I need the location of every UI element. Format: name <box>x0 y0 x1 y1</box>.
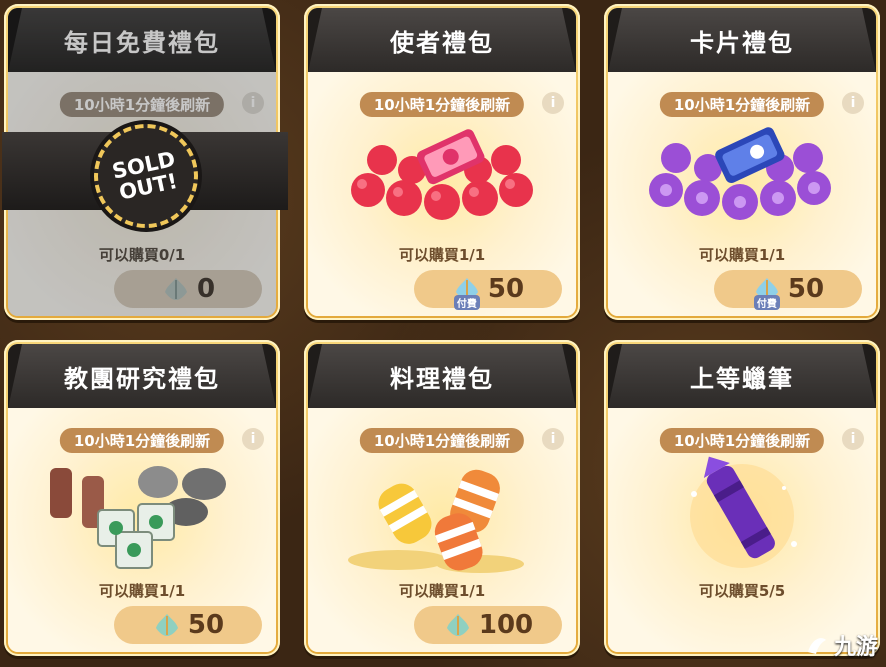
watermark-logo-icon <box>807 638 826 654</box>
cooking-bottles-image <box>348 469 524 573</box>
leaf-gem-icon <box>152 610 182 640</box>
card-flower-ticket-image <box>649 127 831 220</box>
research-materials-image <box>50 466 226 569</box>
card-title: 上等蠟筆 <box>608 344 876 408</box>
info-icon[interactable]: i <box>542 92 564 114</box>
leaf-gem-icon: 付費 <box>752 274 782 310</box>
shop-card-premium-crayon[interactable]: 上等蠟筆 10小時1分鐘後刷新 i 可以購買5/5 <box>604 340 880 656</box>
card-title: 料理禮包 <box>308 344 576 408</box>
price-amount: 100 <box>478 610 534 640</box>
refresh-timer: 10小時1分鐘後刷新 <box>659 428 825 453</box>
refresh-timer: 10小時1分鐘後刷新 <box>659 92 825 117</box>
price-amount: 50 <box>787 274 825 304</box>
watermark: 九游 <box>804 629 878 661</box>
shop-card-card-pack[interactable]: 卡片禮包 10小時1分鐘後刷新 i 可以購買1/1 付費 50 <box>604 4 880 320</box>
sold-out-text: SOLD OUT! <box>110 146 180 205</box>
card-title: 使者禮包 <box>308 8 576 72</box>
price-button[interactable]: 付費 50 <box>414 270 562 310</box>
price-amount: 50 <box>187 610 225 640</box>
paid-badge: 付費 <box>753 295 780 310</box>
purchase-limit: 可以購買1/1 <box>398 246 486 264</box>
price-amount: 0 <box>196 274 216 304</box>
price-button[interactable]: 100 <box>414 606 562 644</box>
shop-card-cooking-pack[interactable]: 料理禮包 10小時1分鐘後刷新 i 可以購買1/1 100 <box>304 340 580 656</box>
leaf-gem-icon: 付費 <box>452 274 482 310</box>
purchase-limit: 可以購買1/1 <box>698 246 786 264</box>
price-button[interactable]: 0 <box>114 270 262 308</box>
info-icon[interactable]: i <box>842 92 864 114</box>
refresh-timer: 10小時1分鐘後刷新 <box>359 92 525 117</box>
envoy-candy-ticket-image <box>351 129 533 220</box>
card-title: 卡片禮包 <box>608 8 876 72</box>
leaf-gem-icon <box>161 274 191 304</box>
shop-card-cult-research[interactable]: 教團研究禮包 10小時1分鐘後刷新 i 可以購買1/1 50 <box>4 340 280 656</box>
purchase-limit: 可以購買1/1 <box>398 582 486 600</box>
leaf-gem-icon <box>443 610 473 640</box>
purchase-limit: 可以購買1/1 <box>98 582 186 600</box>
refresh-timer: 10小時1分鐘後刷新 <box>59 428 225 453</box>
purchase-limit: 可以購買5/5 <box>698 582 786 600</box>
info-icon[interactable]: i <box>242 428 264 450</box>
refresh-timer: 10小時1分鐘後刷新 <box>359 428 525 453</box>
shop-card-envoy-pack[interactable]: 使者禮包 10小時1分鐘後刷新 i 可以購買1/1 付費 50 <box>304 4 580 320</box>
price-button[interactable]: 付費 50 <box>714 270 862 310</box>
card-title: 教團研究禮包 <box>8 344 276 408</box>
watermark-text: 九游 <box>833 635 878 660</box>
purple-crayon-image <box>690 456 797 568</box>
info-icon[interactable]: i <box>542 428 564 450</box>
refresh-timer: 10小時1分鐘後刷新 <box>59 92 225 117</box>
info-icon[interactable]: i <box>842 428 864 450</box>
price-button[interactable]: 50 <box>114 606 262 644</box>
info-icon[interactable]: i <box>242 92 264 114</box>
paid-badge: 付費 <box>453 295 480 310</box>
shop-card-daily-free[interactable]: 每日免費禮包 10小時1分鐘後刷新 i 可以購買0/1 0 SOLD OUT! <box>2 4 288 320</box>
card-title: 每日免費禮包 <box>8 8 276 72</box>
price-amount: 50 <box>487 274 525 304</box>
purchase-limit: 可以購買0/1 <box>98 246 186 264</box>
